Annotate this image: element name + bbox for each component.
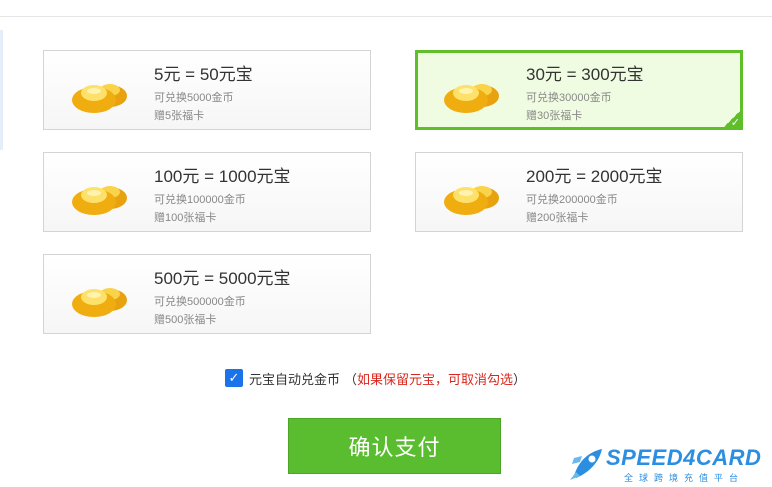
option-coins: 可兑换500000金币 [154, 296, 246, 308]
recharge-option-500[interactable]: 500元 = 5000元宝 可兑换500000金币 赠500张福卡 [43, 254, 371, 334]
option-title: 200元 = 2000元宝 [526, 167, 663, 186]
selected-check-mark: ✓ [730, 117, 740, 129]
option-cards: 赠200张福卡 [526, 212, 589, 224]
gold-ingot-icon [72, 186, 127, 215]
option-cards: 赠5张福卡 [154, 110, 205, 122]
option-cards: 赠500张福卡 [154, 314, 217, 326]
checkbox-checked-icon[interactable]: ✓ [225, 369, 243, 387]
checkbox-check-mark: ✓ [228, 370, 240, 385]
gold-ingot-icon [444, 84, 499, 113]
gold-ingot-icon [72, 288, 127, 317]
option-title: 500元 = 5000元宝 [154, 269, 291, 288]
option-title: 100元 = 1000元宝 [154, 167, 291, 186]
watermark-logo: SPEED4CARD 全球跨境充值平台 [566, 444, 770, 484]
brand-name: SPEED4CARD [606, 445, 762, 470]
gold-ingot-icon [72, 84, 127, 113]
option-title: 30元 = 300元宝 [526, 65, 644, 84]
option-coins: 可兑换100000金币 [154, 194, 246, 206]
auto-convert-note: （如果保留元宝，可取消勾选） [344, 369, 526, 388]
recharge-option-30[interactable]: 30元 = 300元宝 可兑换30000金币 赠30张福卡 ✓ [415, 50, 743, 130]
option-coins: 可兑换5000金币 [154, 92, 234, 104]
left-edge-strip [0, 30, 3, 150]
option-cards: 赠100张福卡 [154, 212, 217, 224]
note-red-text: 如果保留元宝，可取消勾选 [357, 371, 514, 387]
recharge-option-200[interactable]: 200元 = 2000元宝 可兑换200000金币 赠200张福卡 [415, 152, 743, 232]
option-title: 5元 = 50元宝 [154, 65, 253, 84]
option-cards: 赠30张福卡 [526, 110, 583, 122]
option-coins: 可兑换200000金币 [526, 194, 618, 206]
auto-convert-label[interactable]: 元宝自动兑金币 [249, 369, 340, 388]
recharge-option-5[interactable]: 5元 = 50元宝 可兑换5000金币 赠5张福卡 [43, 50, 371, 130]
note-close-paren: ） [513, 371, 527, 387]
check-corner-icon: ✓ [719, 110, 743, 130]
brand-subtitle: 全球跨境充值平台 [624, 473, 745, 483]
option-coins: 可兑换30000金币 [526, 92, 612, 104]
rocket-logo-icon [570, 449, 602, 480]
note-open-paren: （ [344, 371, 358, 387]
gold-ingot-icon [444, 186, 499, 215]
auto-convert-row: ✓ 元宝自动兑金币 （如果保留元宝，可取消勾选） [225, 368, 526, 388]
recharge-option-100[interactable]: 100元 = 1000元宝 可兑换100000金币 赠100张福卡 [43, 152, 371, 232]
top-divider [0, 16, 772, 17]
confirm-payment-button[interactable]: 确认支付 [288, 418, 501, 474]
